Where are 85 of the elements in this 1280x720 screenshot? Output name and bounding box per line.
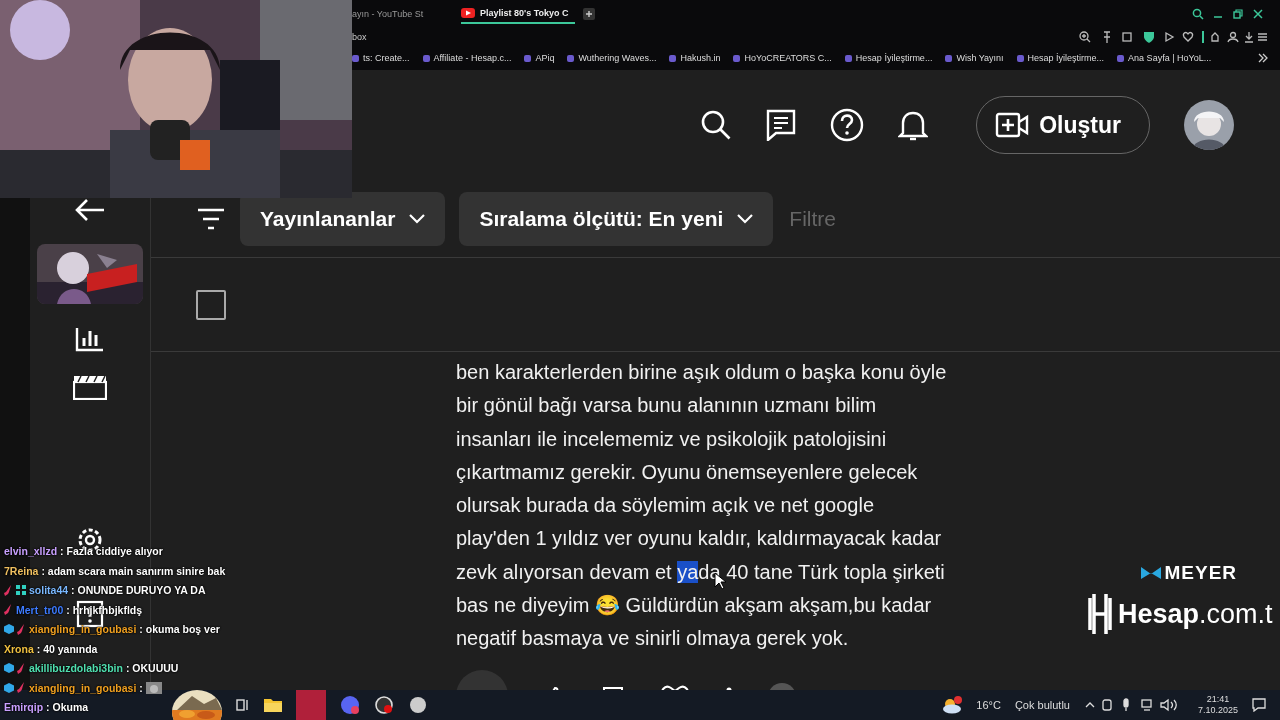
bookmark[interactable]: Wuthering Waves...: [567, 53, 657, 63]
sword-badge-icon: [17, 662, 26, 674]
bookmark[interactable]: Hesap İyileştirme...: [1016, 53, 1105, 63]
chat-message: : adam scara main sanırım sinire bak: [41, 564, 226, 577]
back-arrow-icon[interactable]: [74, 198, 106, 222]
bookmark[interactable]: Affiliate - Hesap.c...: [422, 53, 512, 63]
record-icon[interactable]: [374, 695, 394, 715]
caret-icon: [409, 213, 426, 224]
chat-username: akillibuzdolabi3bin: [29, 662, 123, 674]
chat-message: : OKUUUU: [125, 662, 179, 674]
time-text[interactable]: 21:41: [1206, 694, 1230, 705]
site-logo-text: Hesap.com.t: [1118, 598, 1273, 630]
chat-username: Mert_tr00: [16, 603, 64, 616]
sword-badge-icon: [17, 682, 26, 693]
play-icon: [461, 8, 475, 18]
browser-toolbar-icons-drawing[interactable]: [1078, 30, 1268, 44]
bookmark[interactable]: Hesap İyileştirme...: [844, 53, 933, 63]
chat-message: : okuma boş ver: [139, 623, 220, 635]
clapperboard-icon[interactable]: [73, 374, 107, 400]
folder-icon[interactable]: [264, 698, 282, 712]
chat-message: : ONUNDE DURUYO YA DA: [71, 584, 206, 596]
restore-icon[interactable]: [1232, 8, 1244, 20]
cube-badge-icon: [4, 624, 14, 634]
chat-app-icon[interactable]: [340, 695, 360, 715]
notification-icon[interactable]: [1252, 698, 1266, 712]
create-button[interactable]: Oluştur: [976, 96, 1150, 154]
comment-line: insanları ile incelememiz ve psikolojik patolojisini: [456, 426, 887, 452]
bookmark[interactable]: HoYoCREATORS C...: [733, 53, 832, 63]
cube-badge-icon: [4, 663, 14, 673]
sword-badge-icon: [17, 623, 26, 635]
app-icon[interactable]: [408, 695, 428, 715]
comment-line: ben karakterlerden birine aşık oldum o başka konu öyle: [456, 360, 947, 385]
comment-line: negatif basmaya ve sinirli olmaya gerek yok.: [456, 626, 849, 652]
chat-message: : Okuma: [46, 701, 89, 713]
comment-line: çıkartmamız gerekir. Oyunu önemseyenlere gelecek: [456, 459, 918, 485]
filter-icon[interactable]: [196, 206, 226, 231]
avatar[interactable]: [1184, 100, 1234, 150]
checkbox[interactable]: [196, 289, 226, 320]
feedback-icon[interactable]: [766, 109, 797, 141]
chat-message: : 40 yanında: [36, 642, 98, 655]
bookmark[interactable]: ts: Create...: [352, 53, 410, 63]
chat-username: Xrona: [4, 642, 34, 655]
chat-username: Emirqip: [4, 701, 44, 713]
video-add-icon: [995, 112, 1030, 138]
weather-icon[interactable]: [942, 696, 963, 714]
temperature-text: 16°C: [976, 699, 1001, 711]
search-icon[interactable]: [1192, 8, 1204, 20]
address-text[interactable]: box: [352, 32, 367, 42]
grid-badge-icon: [16, 585, 26, 595]
chat-message: :: [139, 681, 143, 694]
chat-username: xiangling_in_goubasi: [29, 623, 137, 635]
bookmark[interactable]: Ana Sayfa | HoYoL...: [1117, 53, 1212, 63]
chat-username: 7Reina: [4, 564, 39, 577]
search-icon[interactable]: [700, 109, 733, 141]
bookmark[interactable]: Hakush.in: [669, 53, 721, 63]
sword-badge-icon: [4, 604, 13, 615]
hesap-logo-icon: [1086, 592, 1114, 636]
comment-line: bir gönül bağı varsa bunu alanının uzmanı bilim: [456, 393, 877, 419]
help-icon[interactable]: [830, 108, 865, 142]
date-text[interactable]: 7.10.2025: [1197, 705, 1238, 716]
chat-message: : Fazla ciddiye alıyor: [60, 545, 163, 557]
caret-icon: [737, 213, 754, 224]
close-icon[interactable]: [1252, 8, 1264, 20]
bookmark[interactable]: APiq: [524, 53, 555, 63]
new-tab-icon[interactable]: [582, 8, 595, 20]
chat-username: elvin_xllzd: [4, 545, 58, 557]
chevron-icon[interactable]: [1258, 53, 1268, 63]
comment-line: bas ne diyeyim 😂 Güldürdün akşam akşam,bu kadar: [456, 593, 932, 619]
filter-chip[interactable]: Sıralama ölçütü: En yeni: [459, 191, 774, 246]
comment-line: play'den 1 yıldız ver oyunu kaldır, kaldırmayacak kadar: [456, 526, 942, 552]
brand-text: MEYER: [1164, 562, 1238, 584]
cube-badge-icon: [4, 682, 14, 693]
filter-chip[interactable]: Yayınlananlar: [240, 191, 446, 246]
weather-text: Çok bulutlu: [1014, 699, 1070, 711]
browser-tab[interactable]: Playlist 80's Tokyo C: [461, 4, 575, 24]
chat-username: xiangling_in_goubasi: [29, 681, 137, 694]
browser-tab[interactable]: ayın - YouTube St: [352, 5, 453, 23]
bookmark[interactable]: Wish Yayını: [945, 53, 1004, 63]
chat-username: solita44: [29, 584, 69, 596]
task-view-icon[interactable]: [236, 698, 250, 712]
comment-line: olursak burada da söylemim açık ve net google: [456, 493, 874, 519]
filter-input[interactable]: Filtre: [787, 205, 992, 232]
meyer-logo-icon: [1141, 567, 1162, 579]
sword-badge-icon: [4, 584, 13, 596]
analytics-icon[interactable]: [75, 326, 105, 352]
